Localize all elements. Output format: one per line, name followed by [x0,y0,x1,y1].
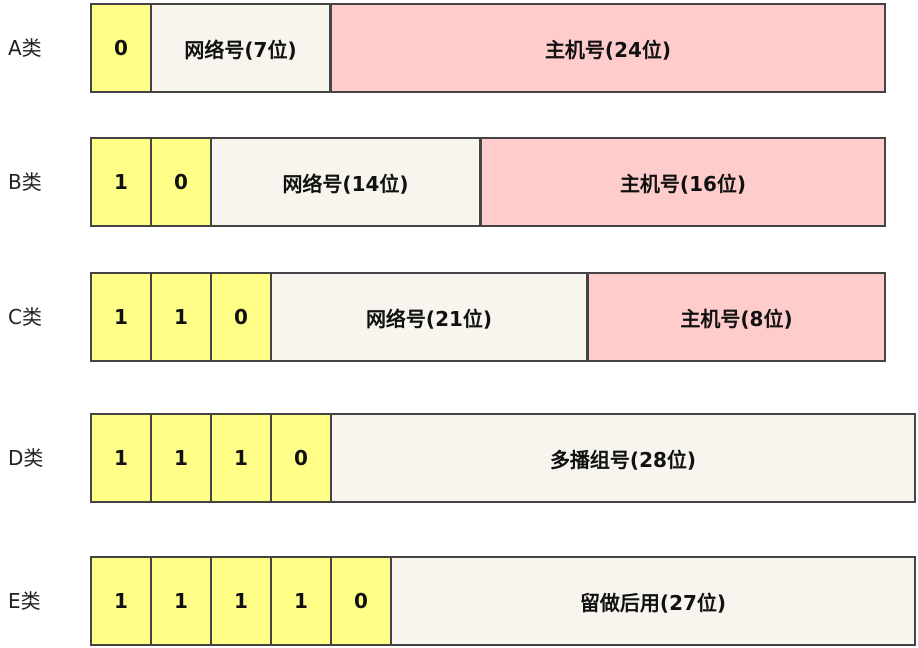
class-label: D类 [8,446,44,470]
network-field: 多播组号(28位) [330,413,916,503]
prefix-bit-cell: 0 [210,272,272,362]
host-field: 主机号(24位) [330,3,886,93]
host-field: 主机号(16位) [480,137,886,227]
network-field: 网络号(14位) [210,137,481,227]
prefix-bit-cell: 0 [270,413,332,503]
prefix-bit-cell: 0 [150,137,212,227]
prefix-bit-cell: 1 [150,413,212,503]
class-label: B类 [8,170,42,194]
prefix-bit-cell: 1 [90,556,152,646]
prefix-bit-cell: 1 [90,137,152,227]
class-label: E类 [8,589,41,613]
network-field: 网络号(7位) [150,3,331,93]
prefix-bit-cell: 0 [330,556,392,646]
prefix-bit-cell: 1 [210,413,272,503]
prefix-bit-cell: 0 [90,3,152,93]
class-label: C类 [8,305,42,329]
network-field: 留做后用(27位) [390,556,916,646]
prefix-bit-cell: 1 [150,556,212,646]
prefix-bit-cell: 1 [210,556,272,646]
prefix-bit-cell: 1 [270,556,332,646]
host-field: 主机号(8位) [587,272,886,362]
prefix-bit-cell: 1 [90,413,152,503]
network-field: 网络号(21位) [270,272,588,362]
class-label: A类 [8,36,42,60]
prefix-bit-cell: 1 [150,272,212,362]
prefix-bit-cell: 1 [90,272,152,362]
